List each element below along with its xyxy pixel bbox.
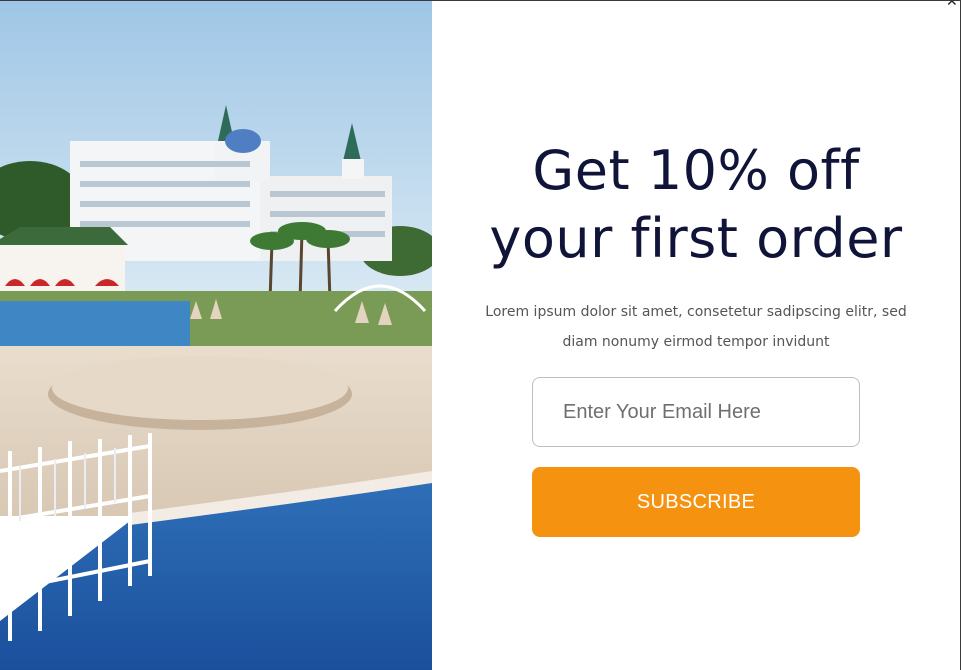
- resort-hero-image: [0, 1, 432, 670]
- headline-line-2: your first order: [489, 207, 903, 270]
- email-input[interactable]: [532, 377, 860, 447]
- description-line-2: diam nonumy eirmod tempor invidunt: [562, 334, 830, 350]
- newsletter-popup: Get 10% off your first order Lorem ipsum…: [0, 0, 961, 670]
- description-line-1: Lorem ipsum dolor sit amet, consetetur s…: [485, 304, 907, 320]
- signup-panel: Get 10% off your first order Lorem ipsum…: [432, 1, 960, 670]
- close-icon[interactable]: ✕: [946, 1, 960, 9]
- description: Lorem ipsum dolor sit amet, consetetur s…: [460, 297, 932, 357]
- headline-line-1: Get 10% off: [532, 139, 860, 202]
- subscribe-button[interactable]: SUBSCRIBE: [532, 467, 860, 537]
- headline: Get 10% off your first order: [432, 137, 960, 273]
